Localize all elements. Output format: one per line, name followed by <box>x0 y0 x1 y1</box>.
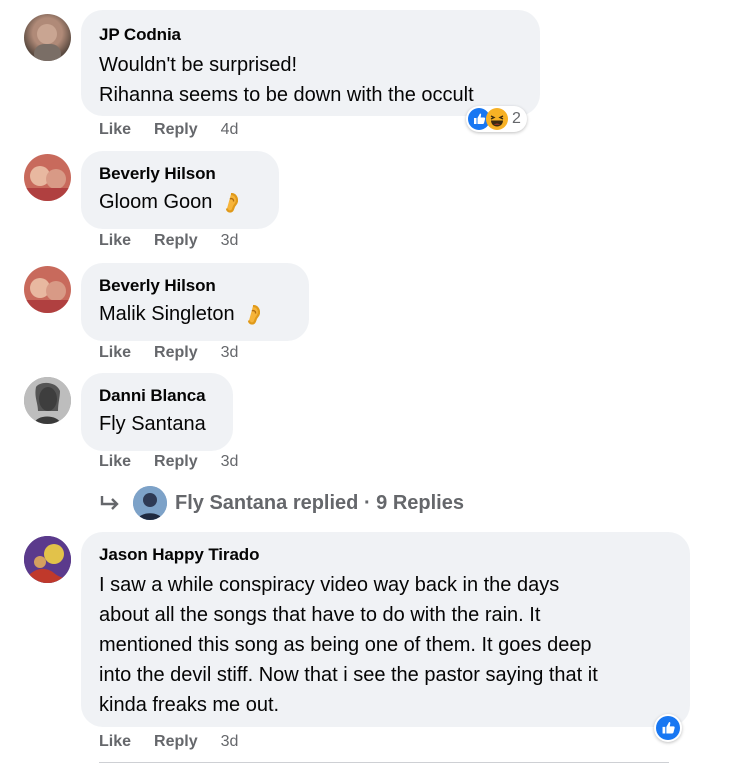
timestamp[interactable]: 3d <box>221 232 239 250</box>
timestamp[interactable]: 3d <box>221 733 239 751</box>
like-button[interactable]: Like <box>99 344 131 362</box>
reaction-count: 2 <box>512 110 521 127</box>
avatar[interactable] <box>24 154 71 201</box>
reply-button[interactable]: Reply <box>154 232 198 250</box>
comment-author[interactable]: JP Codnia <box>99 24 522 46</box>
reply-arrow-icon <box>100 496 119 510</box>
replies-summary: Fly Santana replied · 9 Replies <box>175 491 464 514</box>
comment-author[interactable]: Danni Blanca <box>99 385 215 407</box>
ear-emoji-icon <box>248 304 261 325</box>
comment-actions: Like Reply 3d <box>99 453 238 471</box>
comment-bubble: Danni Blanca Fly Santana <box>81 373 233 451</box>
comment-text-line: into the devil stiff. Now that i see the… <box>99 664 598 686</box>
reply-button[interactable]: Reply <box>154 344 198 362</box>
comment-text: Fly Santana <box>99 413 206 435</box>
comment-text-value: Gloom Goon <box>99 191 213 213</box>
comment-text-line: kinda freaks me out. <box>99 694 280 716</box>
comment-text: Gloom Goon <box>99 187 261 217</box>
avatar <box>133 486 167 520</box>
comment-bubble: Beverly Hilson Malik Singleton <box>81 263 309 341</box>
reply-button[interactable]: Reply <box>154 733 198 751</box>
comment-author[interactable]: Jason Happy Tirado <box>99 544 672 566</box>
comment-text-line: Rihanna seems to be down with the occult <box>99 84 474 106</box>
comment-actions: Like Reply 3d <box>99 733 238 751</box>
like-reaction-icon <box>656 716 680 740</box>
comment-text-line: I saw a while conspiracy video way back … <box>99 574 560 596</box>
avatar[interactable] <box>24 14 71 61</box>
reaction-summary[interactable] <box>654 714 682 742</box>
comment-actions: Like Reply 4d <box>99 121 238 139</box>
comment-text-value: Malik Singleton <box>99 303 235 325</box>
timestamp[interactable]: 3d <box>221 453 239 471</box>
comment-bubble: Jason Happy Tirado I saw a while conspir… <box>81 532 690 727</box>
like-button[interactable]: Like <box>99 733 131 751</box>
comment-bubble: JP Codnia Wouldn't be surprised! Rihanna… <box>81 10 540 116</box>
comment-text: Malik Singleton <box>99 299 291 329</box>
like-button[interactable]: Like <box>99 453 131 471</box>
divider <box>99 762 669 763</box>
like-button[interactable]: Like <box>99 121 131 139</box>
reply-button[interactable]: Reply <box>154 121 198 139</box>
ear-emoji-icon <box>225 192 238 213</box>
comment-bubble: Beverly Hilson Gloom Goon <box>81 151 279 229</box>
avatar[interactable] <box>24 377 71 424</box>
reaction-summary[interactable]: 2 <box>466 106 527 132</box>
comment-actions: Like Reply 3d <box>99 344 238 362</box>
reply-button[interactable]: Reply <box>154 453 198 471</box>
haha-reaction-icon <box>486 108 508 130</box>
comment-author[interactable]: Beverly Hilson <box>99 275 291 297</box>
avatar[interactable] <box>24 536 71 583</box>
comment-text-line: mentioned this song as being one of them… <box>99 634 592 656</box>
avatar[interactable] <box>24 266 71 313</box>
comment-author[interactable]: Beverly Hilson <box>99 163 261 185</box>
timestamp[interactable]: 4d <box>221 121 239 139</box>
view-replies-link[interactable]: Fly Santana replied · 9 Replies <box>99 486 464 520</box>
comment-text-line: Wouldn't be surprised! <box>99 54 297 76</box>
comment-text-line: about all the songs that have to do with… <box>99 604 541 626</box>
comment-actions: Like Reply 3d <box>99 232 238 250</box>
timestamp[interactable]: 3d <box>221 344 239 362</box>
like-button[interactable]: Like <box>99 232 131 250</box>
